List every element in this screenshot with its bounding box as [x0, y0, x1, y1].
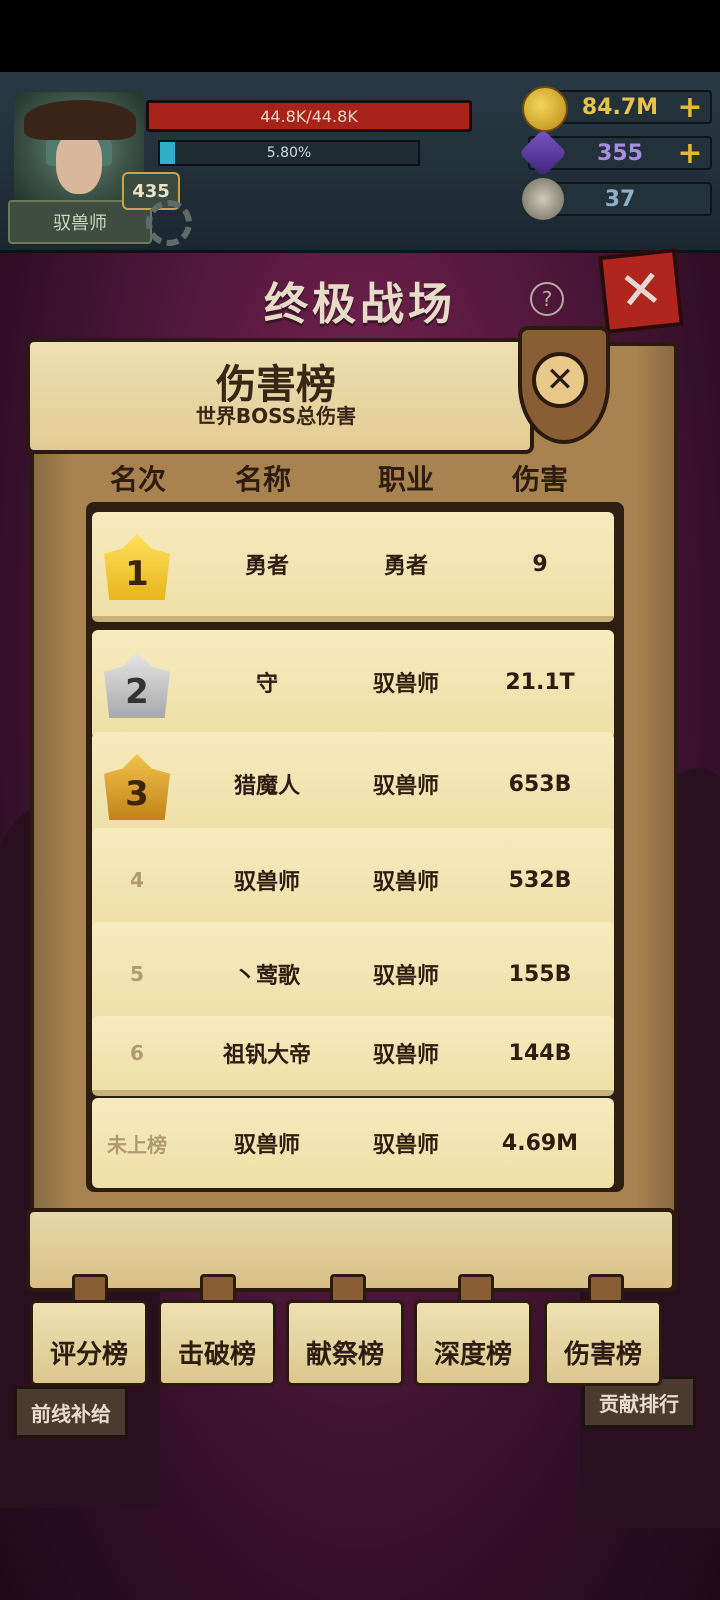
row-name: 祖钒大帝 — [222, 1043, 311, 1068]
row-rank: 4 — [130, 868, 144, 892]
row-name: 守 — [255, 672, 278, 697]
row-name: 丶莺歌 — [233, 964, 300, 989]
gem-counter: 355 + — [518, 128, 712, 178]
coin-counter: 84.7M + — [522, 86, 712, 132]
gold-medal-icon: 1 — [104, 534, 170, 600]
tab-defeat[interactable]: 击破榜 — [158, 1300, 276, 1386]
close-leaderboard-button[interactable]: ✕ — [518, 326, 610, 444]
row-class: 驭兽师 — [372, 774, 439, 799]
hp-bar: 44.8K/44.8K — [146, 100, 472, 132]
coin-value: 84.7M — [581, 94, 659, 120]
row-class: 驭兽师 — [372, 672, 439, 697]
table-row[interactable]: 2 守 驭兽师 21.1T — [92, 630, 614, 740]
ram-horn-icon — [522, 178, 564, 220]
table-row[interactable]: 3 猎魔人 驭兽师 653B — [92, 732, 614, 842]
front-supply-button[interactable]: 前线补给 — [14, 1386, 128, 1438]
row-damage: 9 — [532, 551, 548, 577]
key-counter: 37 — [522, 178, 712, 220]
row-rank: 6 — [130, 1041, 144, 1065]
row-damage: 21.1T — [505, 669, 575, 695]
column-header-name: 名称 — [234, 463, 291, 496]
xp-bar: 5.80% — [158, 140, 420, 166]
row-class: 驭兽师 — [372, 870, 439, 895]
tab-depth[interactable]: 深度榜 — [414, 1300, 532, 1386]
row-rank: 未上榜 — [107, 1132, 167, 1157]
row-rank: 5 — [130, 962, 144, 986]
row-class: 驭兽师 — [372, 964, 439, 989]
row-name: 猎魔人 — [233, 774, 300, 799]
row-damage: 653B — [508, 771, 572, 797]
tab-rating[interactable]: 评分榜 — [30, 1300, 148, 1386]
xp-text: 5.80% — [266, 145, 312, 161]
row-name: 驭兽师 — [233, 870, 300, 895]
silver-medal-icon: 2 — [104, 652, 170, 718]
help-icon[interactable]: ? — [530, 282, 564, 316]
add-coins-plus-icon[interactable]: + — [676, 90, 704, 125]
coin-icon — [522, 86, 568, 132]
leaderboard-subtitle: 世界BOSS总伤害 — [195, 404, 357, 428]
close-scene-button[interactable]: ✕ — [598, 248, 684, 334]
key-value: 37 — [604, 186, 636, 212]
row-damage: 144B — [508, 1040, 572, 1066]
row-name: 勇者 — [244, 554, 289, 579]
row-class: 勇者 — [383, 554, 428, 579]
row-class: 驭兽师 — [372, 1043, 439, 1068]
table-row[interactable]: 6 祖钒大帝 驭兽师 144B — [92, 1016, 614, 1096]
row-damage: 155B — [508, 961, 572, 987]
row-damage: 4.69M — [501, 1130, 579, 1156]
row-class: 驭兽师 — [372, 1133, 439, 1158]
self-rank-row: 未上榜 驭兽师 驭兽师 4.69M — [92, 1098, 614, 1188]
close-icon: ✕ — [532, 352, 588, 408]
row-damage: 532B — [508, 867, 572, 893]
column-header-class: 职业 — [377, 463, 434, 496]
add-gems-plus-icon[interactable]: + — [676, 136, 704, 171]
row-name: 驭兽师 — [233, 1133, 300, 1158]
gem-value: 355 — [597, 140, 643, 166]
column-header-damage: 伤害 — [511, 463, 568, 496]
column-header-rank: 名次 — [109, 463, 166, 496]
gear-icon[interactable] — [146, 200, 192, 246]
tab-sacrifice[interactable]: 献祭榜 — [286, 1300, 404, 1386]
hp-text: 44.8K/44.8K — [260, 106, 358, 126]
table-row[interactable]: 1 勇者 勇者 9 — [92, 512, 614, 622]
bronze-medal-icon: 3 — [104, 754, 170, 820]
tab-damage[interactable]: 伤害榜 — [544, 1300, 662, 1386]
